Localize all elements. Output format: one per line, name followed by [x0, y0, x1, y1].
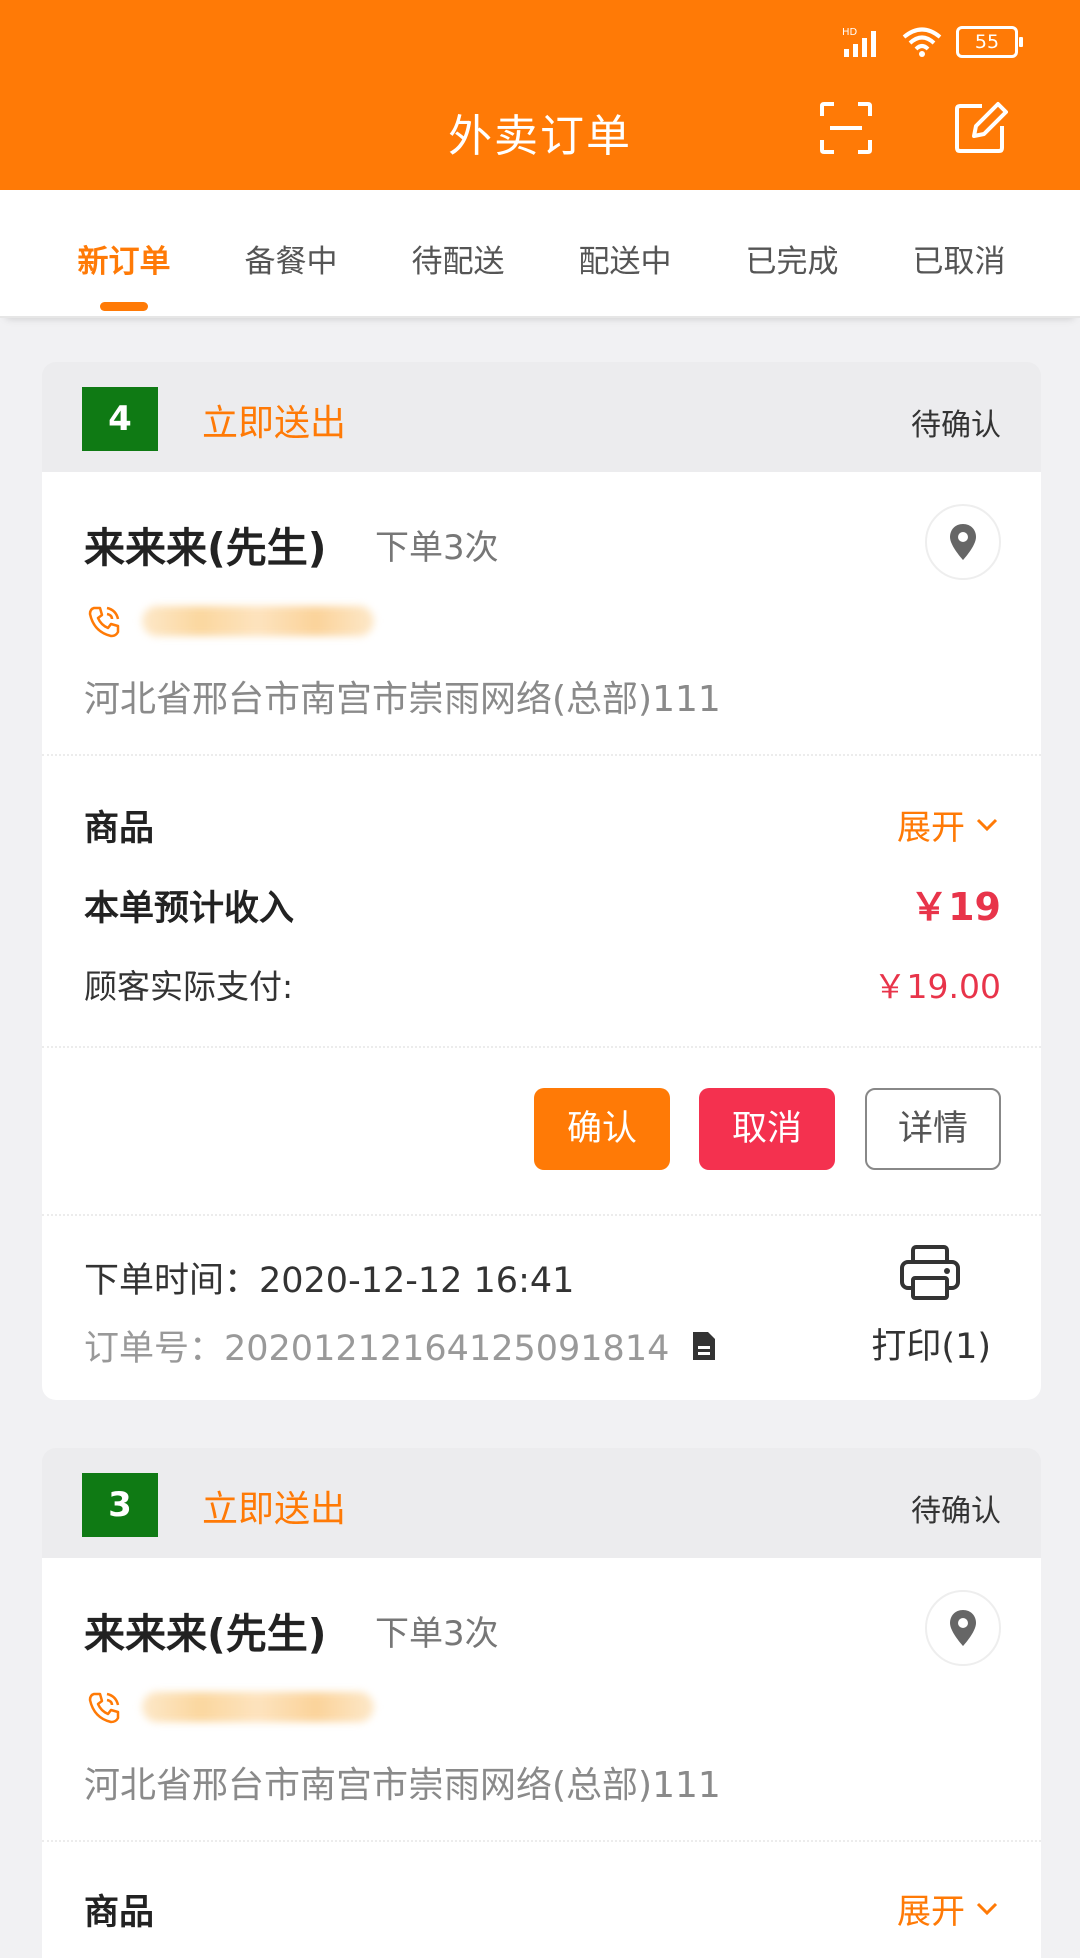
phone-number-redacted	[142, 1692, 374, 1722]
tab-completed[interactable]: 已完成	[746, 236, 839, 281]
goods-label: 商品	[84, 1893, 155, 1933]
order-body: 来来来(先生) 下单3次 河北省邢台市南宫市崇雨网络(总部)111 商品 展开 …	[42, 472, 1041, 1400]
tab-new-orders[interactable]: 新订单	[78, 236, 171, 281]
tab-preparing[interactable]: 备餐中	[245, 236, 338, 281]
location-pin-icon	[950, 1610, 976, 1646]
phone-number-redacted	[142, 606, 374, 636]
expand-goods-button[interactable]: 展开	[897, 800, 999, 849]
active-tab-indicator	[100, 302, 148, 311]
order-status: 待确认	[911, 408, 1001, 443]
app-header: HD 55 外卖订单	[0, 0, 1080, 190]
tab-cancelled[interactable]: 已取消	[913, 236, 1006, 281]
order-header: 3 立即送出 待确认	[42, 1448, 1041, 1558]
expand-label: 展开	[897, 1892, 965, 1932]
customer-name: 来来来(先生)	[84, 1610, 327, 1658]
confirm-button[interactable]: 确认	[534, 1088, 670, 1170]
battery-indicator: 55	[956, 26, 1023, 58]
phone-icon[interactable]	[86, 1690, 122, 1726]
order-count: 下单3次	[375, 528, 499, 568]
income-value: ￥19	[910, 885, 1001, 929]
order-number: 订单号：20201212164125091814	[84, 1329, 670, 1369]
divider	[42, 1214, 1041, 1216]
network-type: HD	[842, 27, 858, 38]
expand-goods-button[interactable]: 展开	[897, 1884, 999, 1933]
tab-delivering[interactable]: 配送中	[579, 236, 672, 281]
wifi-icon	[902, 27, 942, 57]
chevron-down-icon	[976, 1902, 998, 1915]
order-status: 待确认	[911, 1494, 1001, 1529]
divider	[42, 1046, 1041, 1048]
order-count: 下单3次	[375, 1614, 499, 1654]
print-button[interactable]: 打印(1)	[871, 1318, 991, 1369]
phone-icon[interactable]	[86, 604, 122, 640]
chevron-down-icon	[976, 818, 998, 831]
cancel-button[interactable]: 取消	[699, 1088, 835, 1170]
income-label: 本单预计收入	[84, 889, 295, 929]
printer-icon[interactable]	[899, 1244, 961, 1302]
order-body: 来来来(先生) 下单3次 河北省邢台市南宫市崇雨网络(总部)111 商品 展开	[42, 1558, 1041, 1958]
order-number-badge: 4	[82, 387, 158, 451]
order-tabs: 新订单 备餐中 待配送 配送中 已完成 已取消	[0, 190, 1080, 318]
status-bar: HD 55	[842, 22, 1023, 62]
divider	[42, 754, 1041, 756]
location-button[interactable]	[925, 504, 1001, 580]
order-number-line: 订单号：20201212164125091814	[84, 1320, 717, 1371]
delivery-type: 立即送出	[202, 1489, 347, 1530]
order-time: 下单时间：2020-12-12 16:41	[84, 1261, 575, 1301]
paid-label: 顾客实际支付:	[84, 967, 294, 1006]
paid-value: ￥19.00	[873, 967, 1001, 1006]
copy-document-icon[interactable]	[691, 1330, 717, 1362]
signal-icon: HD	[842, 27, 876, 57]
expand-label: 展开	[897, 808, 965, 848]
edit-icon[interactable]	[952, 100, 1008, 156]
customer-name: 来来来(先生)	[84, 524, 327, 572]
location-button[interactable]	[925, 1590, 1001, 1666]
delivery-type: 立即送出	[202, 403, 347, 444]
divider	[42, 1840, 1041, 1842]
scan-icon[interactable]	[818, 100, 874, 156]
goods-label: 商品	[84, 809, 155, 849]
delivery-address: 河北省邢台市南宫市崇雨网络(总部)111	[84, 1765, 721, 1806]
order-number-badge: 3	[82, 1473, 158, 1537]
tab-to-deliver[interactable]: 待配送	[412, 236, 505, 281]
order-header: 4 立即送出 待确认	[42, 362, 1041, 472]
location-pin-icon	[950, 524, 976, 560]
page-title: 外卖订单	[448, 111, 632, 162]
detail-button[interactable]: 详情	[865, 1088, 1001, 1170]
delivery-address: 河北省邢台市南宫市崇雨网络(总部)111	[84, 679, 721, 720]
